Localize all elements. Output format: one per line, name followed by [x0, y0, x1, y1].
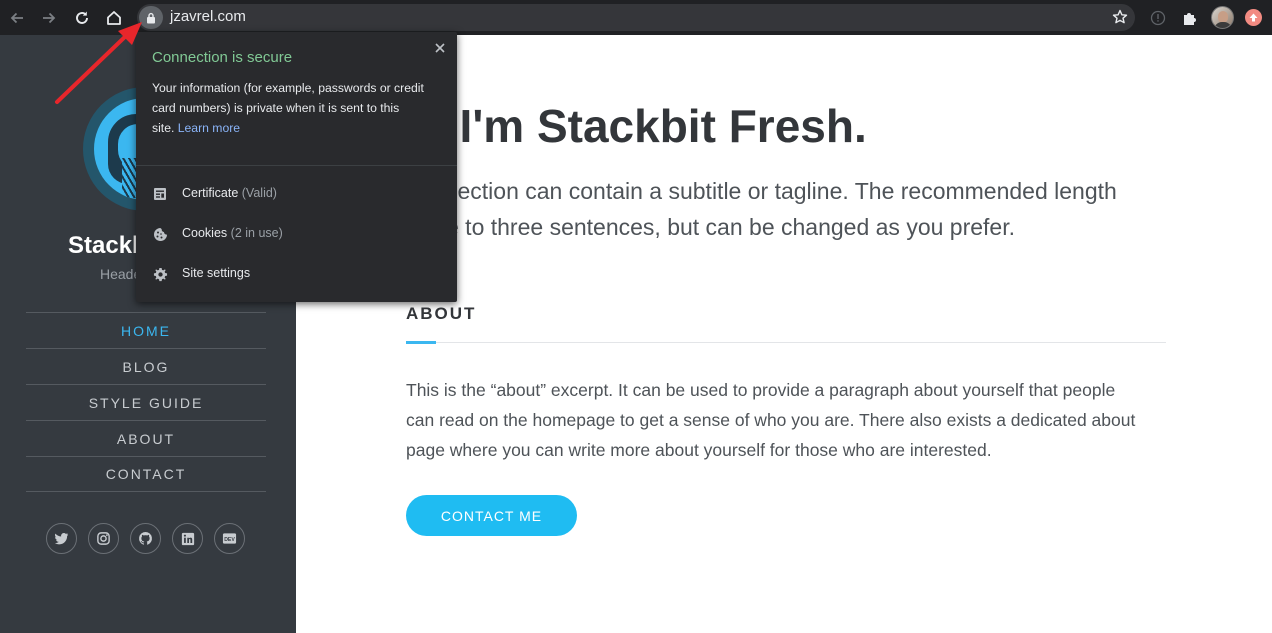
cookies-label: Cookies — [182, 226, 228, 240]
dev-icon-label: DEV — [224, 537, 235, 543]
update-button[interactable] — [1245, 9, 1262, 26]
nav-item-style-guide[interactable]: STYLE GUIDE — [26, 384, 266, 420]
nav-item-about[interactable]: ABOUT — [26, 420, 266, 456]
red-annotation-arrow-icon — [55, 22, 142, 104]
nav-item-home[interactable]: HOME — [26, 312, 266, 348]
learn-more-link[interactable]: Learn more — [178, 121, 240, 135]
popup-divider — [136, 165, 457, 166]
certificate-icon — [152, 186, 168, 202]
connection-status-title: Connection is secure — [152, 49, 293, 66]
about-divider — [406, 342, 1166, 343]
site-title[interactable]: Stackb — [68, 232, 147, 260]
twitter-icon — [54, 533, 69, 545]
github-icon — [139, 531, 152, 545]
hero-title: , I'm Stackbit Fresh. — [434, 100, 867, 152]
popup-body-line: card numbers) is private when it is sent… — [152, 101, 400, 115]
browser-toolbar: jzavrel.com — [0, 0, 1272, 35]
about-heading: ABOUT — [406, 304, 477, 323]
close-button[interactable] — [432, 40, 448, 56]
site-settings-row[interactable]: Site settings — [136, 254, 457, 294]
back-arrow-icon — [10, 12, 23, 24]
close-icon — [435, 43, 445, 53]
about-line: page where you can write more about your… — [406, 440, 992, 460]
about-accent-bar — [406, 341, 436, 344]
social-links: DEV — [46, 523, 246, 555]
github-link[interactable] — [130, 523, 161, 554]
back-button[interactable] — [4, 5, 30, 31]
cookies-row[interactable]: Cookies (2 in use) — [136, 214, 457, 254]
hero-subtitle-line: e to three sentences, but can be changed… — [446, 214, 1016, 240]
url-text[interactable]: jzavrel.com — [170, 8, 246, 25]
site-security-popup: Connection is secure Your information (f… — [136, 32, 457, 302]
bookmark-star-button[interactable] — [1111, 8, 1129, 31]
gear-icon — [152, 266, 168, 282]
extension-info-button[interactable] — [1145, 5, 1171, 31]
extensions-button[interactable] — [1177, 5, 1203, 31]
hero-subtitle-line: section can contain a subtitle or taglin… — [446, 178, 1117, 204]
star-icon — [1112, 9, 1128, 24]
about-line: This is the “about” excerpt. It can be u… — [406, 380, 1116, 400]
linkedin-link[interactable] — [172, 523, 203, 554]
contact-me-button[interactable]: CONTACT ME — [406, 495, 577, 536]
linkedin-icon — [181, 532, 194, 545]
popup-body-line: site. — [152, 121, 175, 135]
cookies-count: (2 in use) — [230, 226, 283, 240]
arrow-up-icon — [1249, 13, 1258, 22]
about-line: can read on the homepage to get a sense … — [406, 410, 1136, 430]
connection-status-body: Your information (for example, passwords… — [152, 78, 442, 138]
dev-icon: DEV — [222, 533, 237, 544]
nav-item-blog[interactable]: BLOG — [26, 348, 266, 384]
profile-avatar[interactable] — [1211, 6, 1234, 29]
dev-link[interactable]: DEV — [214, 523, 245, 554]
main-nav: HOME BLOG STYLE GUIDE ABOUT CONTACT — [26, 312, 266, 492]
site-settings-label: Site settings — [182, 266, 251, 280]
certificate-row[interactable]: Certificate (Valid) — [136, 174, 457, 214]
certificate-status: (Valid) — [241, 186, 277, 200]
popup-body-line: Your information (for example, passwords… — [152, 81, 424, 95]
hero-subtitle: section can contain a subtitle or taglin… — [446, 173, 1186, 245]
puzzle-icon — [1184, 13, 1196, 25]
twitter-link[interactable] — [46, 523, 77, 554]
about-excerpt: This is the “about” excerpt. It can be u… — [406, 375, 1176, 465]
instagram-link[interactable] — [88, 523, 119, 554]
address-bar[interactable]: jzavrel.com — [137, 4, 1135, 31]
cookie-icon — [152, 226, 168, 242]
certificate-label: Certificate — [182, 186, 239, 200]
nav-item-contact[interactable]: CONTACT — [26, 456, 266, 492]
instagram-icon — [97, 532, 110, 545]
info-circle-icon — [1150, 10, 1166, 26]
